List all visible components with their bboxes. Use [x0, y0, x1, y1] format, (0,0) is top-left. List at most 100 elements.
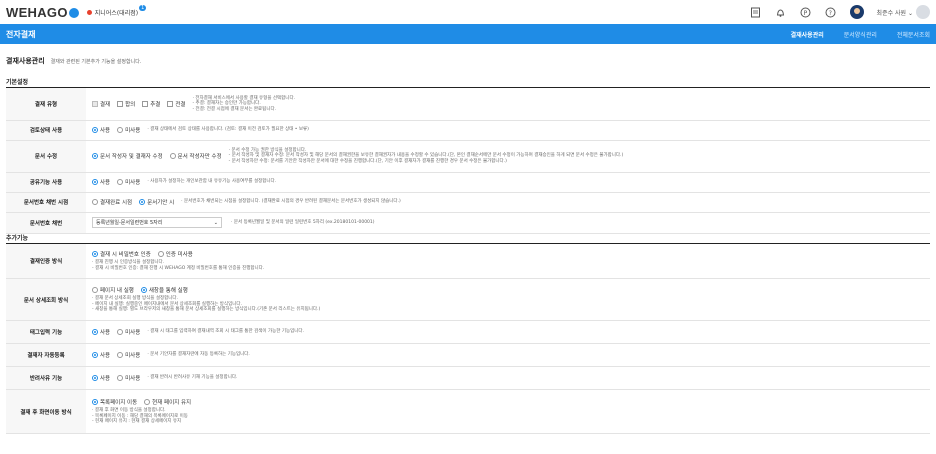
- radio-use[interactable]: 사용: [92, 126, 110, 134]
- note-line: · 사용자가 설정하는 개인보관함 내 유유기능 사용여부를 설정합니다.: [147, 179, 277, 185]
- option-label: 새창을 통해 실행: [148, 288, 188, 295]
- note-line: · 결재 반려시 반려사유 기재 기능을 설정합니다.: [147, 375, 238, 381]
- checkbox-full-approval[interactable]: 전결: [167, 100, 186, 108]
- note-line: - 문서 작성자만 수정: 문서를 기안한 작성자만 문서에 대한 수정을 진행…: [228, 158, 507, 164]
- radio-icon: [92, 153, 98, 159]
- radio-writer-only[interactable]: 문서 작성자만 수정: [169, 152, 222, 160]
- number-rule-select[interactable]: 등록년월일-문서일련번호 5자리 ⌄: [92, 217, 222, 228]
- row-review-status: 검토상태 사용 사용 미사용 · 결재 상태에서 검토 상태를 사용합니다. (…: [6, 120, 930, 141]
- basic-settings-table: 결재 유형 결재 합의 추결 전결 · 전자결재 서비스에서 사용할 결재 유형…: [6, 88, 930, 234]
- row-auth-method: 결재인증 방식 결재 시 비밀번호 인증 인증 미사용 · 결재 진행 시 인증…: [6, 243, 930, 279]
- row-label: 공유기능 사용: [6, 172, 86, 193]
- radio-icon: [117, 127, 124, 133]
- user-avatar: [916, 5, 930, 19]
- radio-use[interactable]: 사용: [92, 374, 110, 382]
- radio-in-page[interactable]: 페이지 내 실행: [92, 286, 134, 294]
- user-name: 최준수 사원 ⌄: [876, 9, 913, 17]
- row-number-rule: 문서번호 채번 등록년월일-문서일련번호 5자리 ⌄ · 문서 등록년월일 및 문…: [6, 212, 930, 234]
- checkbox-post-approval[interactable]: 추결: [142, 100, 160, 108]
- p-circle-icon[interactable]: P: [800, 6, 812, 18]
- top-right-tools: P ? 최준수 사원 ⌄: [750, 5, 930, 19]
- wehago-logo[interactable]: WEHAGO: [6, 5, 79, 20]
- radio-use[interactable]: 사용: [92, 328, 110, 336]
- note-line: - 결재 시 비밀번호 인증: 결재 진행 시 WEHAGO 계정 비밀번호를 …: [92, 265, 265, 271]
- option-label: 사용: [100, 353, 111, 359]
- option-label: 문서기안 시: [147, 200, 175, 206]
- option-label: 미사용: [125, 330, 141, 336]
- note-line: · 결재 상태에서 검토 상태를 사용합니다. (검토: 결재 이전 검토가 필…: [147, 127, 309, 133]
- radio-no-auth[interactable]: 인증 미사용: [157, 250, 193, 259]
- radio-icon: [92, 199, 98, 205]
- bell-icon[interactable]: [775, 6, 787, 18]
- radio-not-use[interactable]: 미사용: [117, 374, 140, 382]
- option-label: 페이지 내 실행: [100, 288, 134, 295]
- nav-item-form-management[interactable]: 문서양식관리: [844, 30, 877, 39]
- radio-writer-and-approver[interactable]: 문서 작성자 및 결재자 수정: [92, 152, 163, 160]
- document-icon[interactable]: [750, 6, 762, 18]
- radio-not-use[interactable]: 미사용: [117, 126, 140, 134]
- app-avatar-icon[interactable]: [849, 5, 864, 19]
- radio-not-use[interactable]: 미사용: [117, 328, 140, 336]
- radio-not-use[interactable]: 미사용: [117, 351, 140, 359]
- radio-icon: [117, 375, 124, 381]
- radio-on-draft[interactable]: 문서기안 시: [139, 198, 174, 206]
- option-label: 미사용: [125, 180, 141, 186]
- page-header: 결재사용관리 결재와 관련된 기본추가 기능을 설정합니다.: [6, 44, 930, 78]
- radio-icon: [139, 199, 146, 205]
- radio-icon: [92, 179, 98, 185]
- row-share-feature: 공유기능 사용 사용 미사용 · 사용자가 설정하는 개인보관함 내 유유기능 …: [6, 172, 930, 193]
- svg-text:P: P: [804, 9, 808, 16]
- radio-not-use[interactable]: 미사용: [117, 178, 140, 186]
- note-line: · 문서 기안자를 결재자란에 자동 등록하는 기능입니다.: [147, 352, 250, 358]
- page-description: 결재와 관련된 기본추가 기능을 설정합니다.: [50, 58, 142, 65]
- main-content: 결재사용관리 결재와 관련된 기본추가 기능을 설정합니다. 기본설정 결재 유…: [0, 44, 936, 434]
- option-label: 추결: [150, 101, 161, 108]
- radio-use[interactable]: 사용: [92, 178, 110, 186]
- checkbox-agreement[interactable]: 합의: [117, 100, 135, 108]
- logo-text: WEHAGO: [6, 4, 68, 20]
- note-line: · 문서 등록년월일 및 문서의 일련 일련번호 5자리 (ex.2018010…: [231, 219, 375, 225]
- note-line: - 새창을 통해 실행: 별도 브라우저의 새창을 통해 문서 상세조회를 실행…: [92, 307, 321, 313]
- option-label: 결재: [100, 101, 111, 108]
- option-label: 사용: [100, 330, 111, 336]
- row-label: 반려사유 기능: [6, 366, 86, 390]
- radio-on-completion[interactable]: 결재완료 시점: [92, 198, 132, 206]
- nav-item-all-documents[interactable]: 전체문서조회: [897, 30, 930, 39]
- radio-icon: [92, 251, 98, 258]
- radio-icon: [117, 329, 124, 335]
- logo-dot-icon: [68, 7, 79, 18]
- option-label: 사용: [100, 376, 111, 382]
- radio-icon: [117, 352, 124, 358]
- checkbox-icon: [92, 100, 98, 107]
- option-label: 미사용: [125, 128, 141, 134]
- help-icon[interactable]: ?: [825, 6, 837, 18]
- radio-password-auth[interactable]: 결재 시 비밀번호 인증: [92, 250, 151, 258]
- page-title: 결재사용관리: [6, 57, 45, 65]
- user-menu[interactable]: 최준수 사원 ⌄: [877, 5, 930, 19]
- row-label: 태그입력 기능: [6, 320, 86, 344]
- row-reject-reason: 반려사유 기능 사용 미사용 · 결재 반려시 반려사유 기재 기능을 설정합니…: [6, 366, 930, 390]
- row-after-approval: 결재 후 화면이동 방식 목록페이지 이동 현재 페이지 유지 · 결재 후 화…: [6, 389, 930, 434]
- nav-title[interactable]: 전자결재: [6, 29, 35, 40]
- row-label: 문서번호 채번 시점: [6, 192, 86, 213]
- nav-menu: 결재사용관리 문서양식관리 전체문서조회: [791, 30, 930, 39]
- row-approval-type: 결재 유형 결재 합의 추결 전결 · 전자결재 서비스에서 사용할 결재 유형…: [6, 88, 930, 121]
- row-label: 결재 후 화면이동 방식: [6, 389, 86, 434]
- radio-go-list[interactable]: 목록페이지 이동: [92, 398, 137, 406]
- checkbox-approval[interactable]: 결재: [92, 100, 110, 108]
- row-label: 결재인증 방식: [6, 243, 86, 279]
- org-switcher[interactable]: 지니어스(대리점) 1: [86, 5, 147, 17]
- radio-use[interactable]: 사용: [92, 351, 110, 359]
- row-label: 결재자 자동등록: [6, 343, 86, 367]
- radio-new-window[interactable]: 새창을 통해 실행: [140, 286, 188, 295]
- radio-icon: [92, 127, 98, 133]
- option-label: 인증 미사용: [165, 252, 193, 259]
- option-label: 사용: [100, 128, 111, 134]
- radio-stay-page[interactable]: 현재 페이지 유지: [144, 398, 191, 406]
- nav-item-approval-settings[interactable]: 결재사용관리: [791, 30, 824, 39]
- radio-icon: [92, 399, 98, 406]
- checkbox-icon: [117, 100, 124, 107]
- option-label: 전결: [175, 101, 186, 108]
- option-label: 문서 작성자만 수정: [177, 154, 222, 160]
- chevron-down-icon: ⌄: [213, 219, 218, 226]
